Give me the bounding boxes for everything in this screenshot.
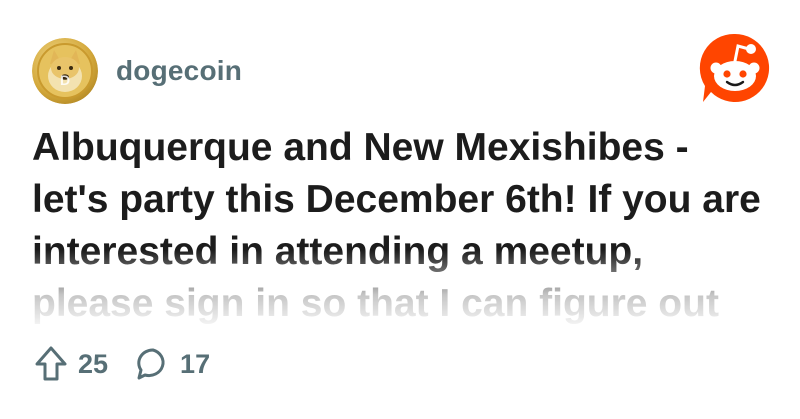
post-card[interactable]: D dogecoin Albuquerque and New Mexishibe… [0, 0, 800, 419]
comment-bubble-icon [136, 344, 170, 384]
upvote-arrow-icon [34, 344, 68, 384]
post-stats: 25 17 [34, 344, 210, 384]
comments-button[interactable]: 17 [136, 344, 210, 384]
post-title[interactable]: Albuquerque and New Mexishibes - let's p… [32, 122, 772, 330]
doge-coin-icon[interactable]: D [32, 38, 98, 104]
subreddit-name[interactable]: dogecoin [116, 55, 242, 87]
comment-count: 17 [180, 348, 211, 379]
upvote-count: 25 [78, 348, 109, 379]
post-header: D dogecoin [32, 38, 242, 104]
upvote-button[interactable]: 25 [34, 344, 108, 384]
reddit-snoo-icon[interactable] [697, 30, 773, 106]
svg-text:D: D [60, 72, 70, 88]
